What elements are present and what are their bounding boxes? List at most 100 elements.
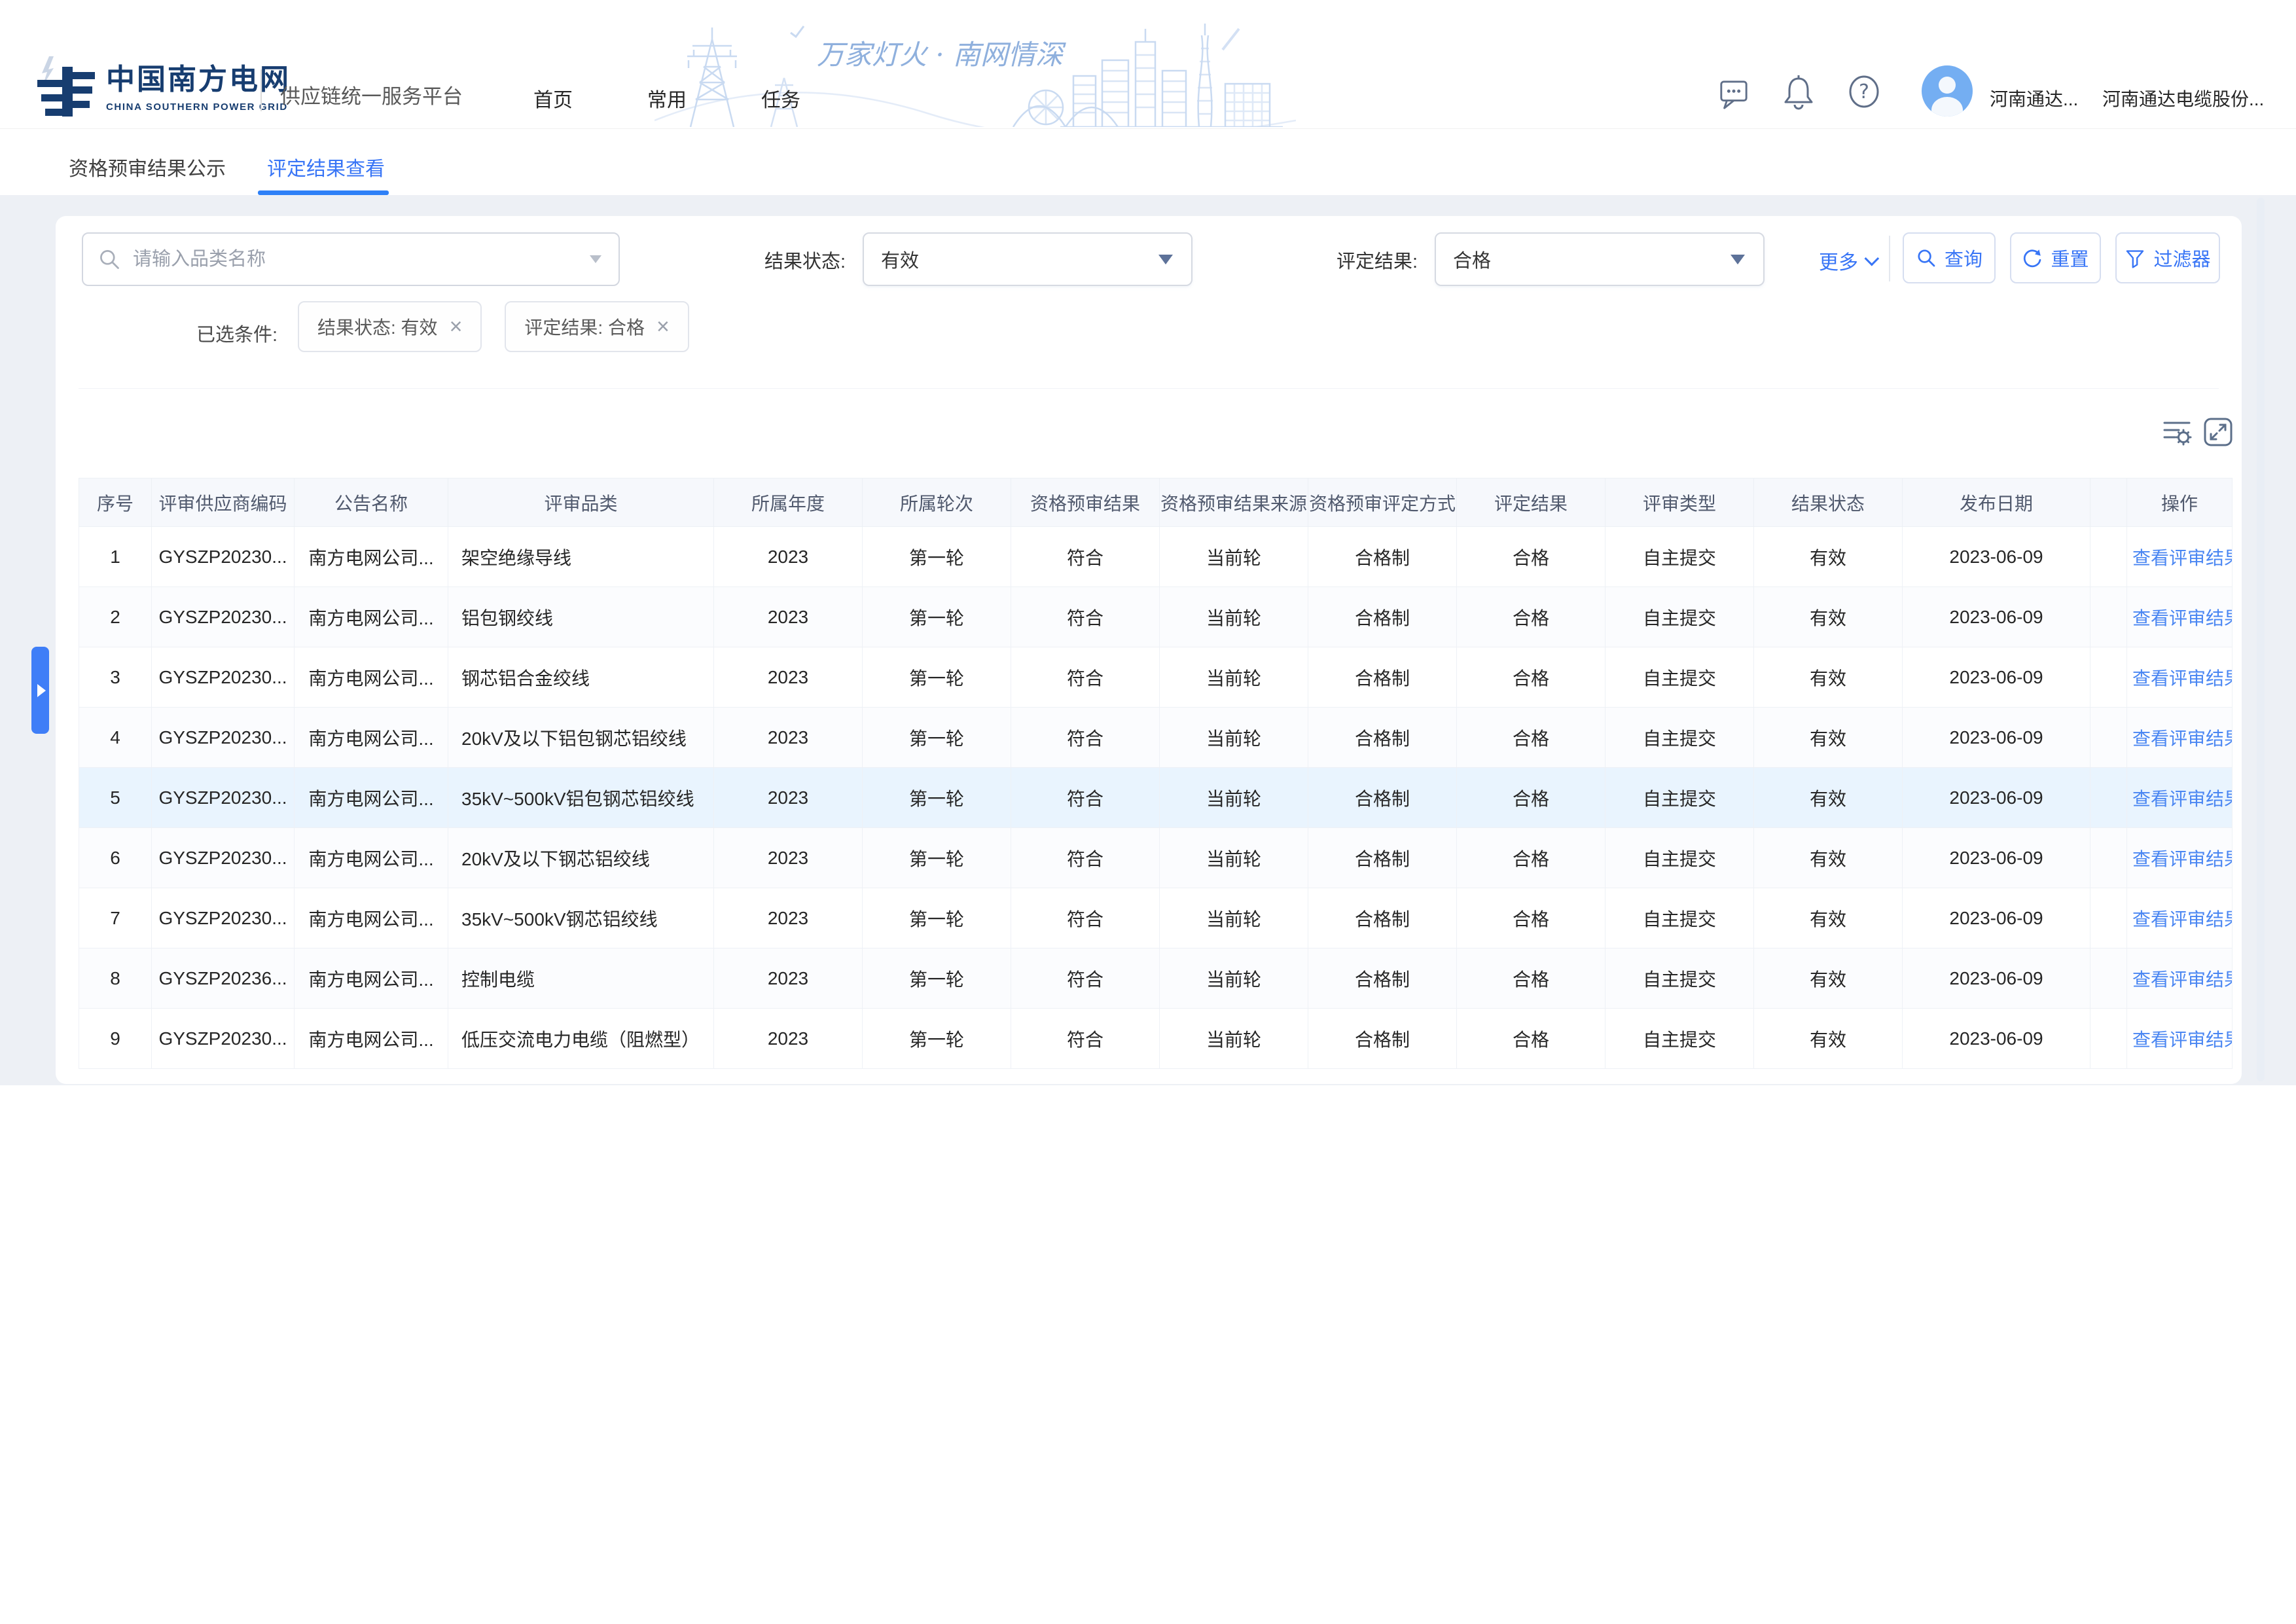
table-toolbar [2162,416,2234,448]
column-header-spacer [2090,478,2127,527]
cell-status: 有效 [1754,708,1903,768]
sidebar-expand-handle[interactable] [31,647,49,734]
cell-notice: 南方电网公司... [295,527,448,587]
close-icon[interactable]: × [450,316,463,338]
nav-item-2[interactable]: 常用 [647,84,687,113]
cell-action: 查看评审结果 [2127,527,2233,587]
section-divider [79,388,2219,389]
column-settings-icon[interactable] [2162,417,2192,447]
view-review-result-link[interactable]: 查看评审结果 [2132,789,2233,809]
cell-notice: 南方电网公司... [295,1009,448,1069]
cell-round: 第一轮 [863,768,1011,828]
chevron-down-icon [1158,255,1173,264]
cell-spacer [2090,647,2127,708]
cell-publish_date: 2023-06-09 [1903,888,2090,948]
cell-supplier_code: GYSZP20230... [152,647,295,708]
cell-round: 第一轮 [863,828,1011,888]
category-search-combobox[interactable] [82,232,620,286]
toolbar-divider [1889,236,1890,281]
notification-bell-icon[interactable] [1782,73,1816,111]
query-button[interactable]: 查询 [1903,232,1996,283]
more-filters-button[interactable]: 更多 [1819,246,1875,275]
chevron-down-icon [1731,255,1745,264]
column-header-supplier_code: 评审供应商编码 [152,478,295,527]
cell-status: 有效 [1754,527,1903,587]
category-search-input[interactable] [132,248,590,271]
cell-prequal_result: 符合 [1011,647,1160,708]
view-review-result-link[interactable]: 查看评审结果 [2132,668,2233,689]
view-review-result-link[interactable]: 查看评审结果 [2132,849,2233,869]
cell-prequal_method: 合格制 [1308,708,1457,768]
cell-publish_date: 2023-06-09 [1903,527,2090,587]
column-header-prequal_method: 资格预审评定方式 [1308,478,1457,527]
cell-no: 4 [79,708,152,768]
column-header-review_type: 评审类型 [1605,478,1754,527]
cell-category: 控制电缆 [448,948,714,1009]
result-select[interactable]: 合格 [1435,232,1765,286]
chevron-down-icon [590,255,601,263]
cell-review_type: 自主提交 [1605,768,1754,828]
view-review-result-link[interactable]: 查看评审结果 [2132,1030,2233,1050]
user-avatar[interactable] [1922,65,1973,117]
status-filter-label: 结果状态: [764,246,846,274]
more-label: 更多 [1819,246,1858,275]
cell-supplier_code: GYSZP20236... [152,948,295,1009]
view-review-result-link[interactable]: 查看评审结果 [2132,548,2233,568]
nav-item-3[interactable]: 任务 [761,84,800,113]
cell-round: 第一轮 [863,527,1011,587]
cell-prequal_method: 合格制 [1308,647,1457,708]
fullscreen-icon[interactable] [2202,416,2234,448]
tab-assessment-result[interactable]: 评定结果查看 [267,153,385,181]
chevron-down-icon [1865,251,1880,266]
cell-category: 架空绝缘导线 [448,527,714,587]
chevron-right-icon [37,684,46,697]
cell-publish_date: 2023-06-09 [1903,948,2090,1009]
view-review-result-link[interactable]: 查看评审结果 [2132,608,2233,628]
reset-button[interactable]: 重置 [2010,232,2101,283]
user-name[interactable]: 河南通达... [1990,85,2078,111]
cell-review_type: 自主提交 [1605,647,1754,708]
cell-prequal_source: 当前轮 [1160,768,1308,828]
main-panel: 结果状态: 有效 评定结果: 合格 更多 查询 重置 [56,216,2242,1084]
view-review-result-link[interactable]: 查看评审结果 [2132,969,2233,990]
cell-status: 有效 [1754,647,1903,708]
tab-prequal-announcement[interactable]: 资格预审结果公示 [69,153,226,181]
cell-notice: 南方电网公司... [295,768,448,828]
cell-prequal_result: 符合 [1011,1009,1160,1069]
help-icon[interactable]: ? [1847,75,1881,109]
content-area: 结果状态: 有效 评定结果: 合格 更多 查询 重置 [0,195,2296,1085]
close-icon[interactable]: × [656,316,670,338]
cell-prequal_result: 符合 [1011,587,1160,647]
vertical-scrollbar[interactable] [2257,198,2265,1081]
view-review-result-link[interactable]: 查看评审结果 [2132,729,2233,749]
cell-round: 第一轮 [863,587,1011,647]
svg-text:?: ? [1859,81,1869,103]
cell-prequal_method: 合格制 [1308,587,1457,647]
cell-prequal_method: 合格制 [1308,828,1457,888]
status-select-value: 有效 [881,245,919,273]
cell-status: 有效 [1754,888,1903,948]
view-review-result-link[interactable]: 查看评审结果 [2132,909,2233,929]
cell-prequal_result: 符合 [1011,768,1160,828]
message-icon[interactable] [1719,77,1749,111]
cell-prequal_source: 当前轮 [1160,1009,1308,1069]
cell-action: 查看评审结果 [2127,828,2233,888]
cell-year: 2023 [714,647,863,708]
cell-notice: 南方电网公司... [295,888,448,948]
cell-supplier_code: GYSZP20230... [152,768,295,828]
cell-supplier_code: GYSZP20230... [152,1009,295,1069]
cell-assessment: 合格 [1457,948,1605,1009]
nav-item-1[interactable]: 首页 [533,84,573,113]
cell-no: 6 [79,828,152,888]
cell-prequal_method: 合格制 [1308,527,1457,587]
brand-divider [260,69,262,111]
main-nav: 首页 常用 任务 [533,84,800,113]
filter-button[interactable]: 过滤器 [2115,232,2220,283]
app-header: 中国南方电网 CHINA SOUTHERN POWER GRID 供应链统一服务… [0,0,2296,129]
company-name[interactable]: 河南通达电缆股份... [2102,85,2264,111]
cell-supplier_code: GYSZP20230... [152,888,295,948]
search-icon [1916,247,1937,268]
status-select[interactable]: 有效 [863,232,1193,286]
cell-action: 查看评审结果 [2127,708,2233,768]
cell-supplier_code: GYSZP20230... [152,828,295,888]
